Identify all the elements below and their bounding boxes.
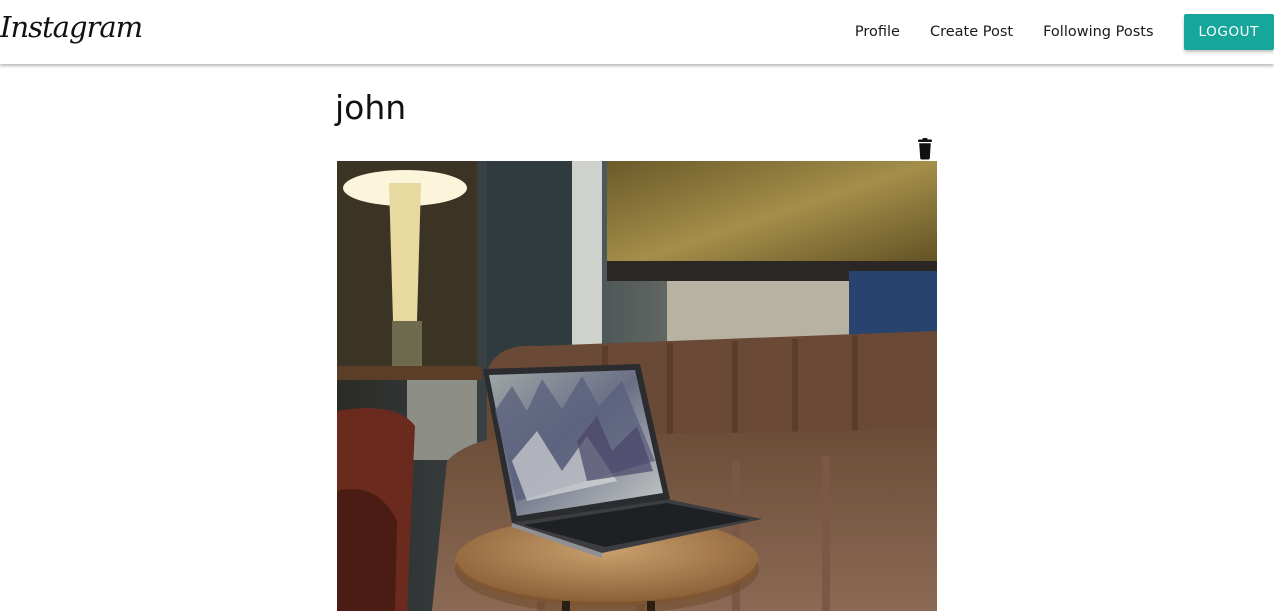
trash-icon[interactable] [915, 138, 935, 160]
nav-link-following-posts[interactable]: Following Posts [1043, 24, 1153, 40]
nav-links: Profile Create Post Following Posts LOGO… [855, 0, 1274, 64]
navbar: Instagram Profile Create Post Following … [0, 0, 1274, 64]
post-image [337, 161, 937, 611]
brand-logo[interactable]: Instagram [0, 10, 143, 44]
post-username: john [335, 88, 407, 127]
logout-button[interactable]: LOGOUT [1183, 14, 1274, 50]
nav-link-profile[interactable]: Profile [855, 24, 900, 40]
nav-link-create-post[interactable]: Create Post [930, 24, 1013, 40]
